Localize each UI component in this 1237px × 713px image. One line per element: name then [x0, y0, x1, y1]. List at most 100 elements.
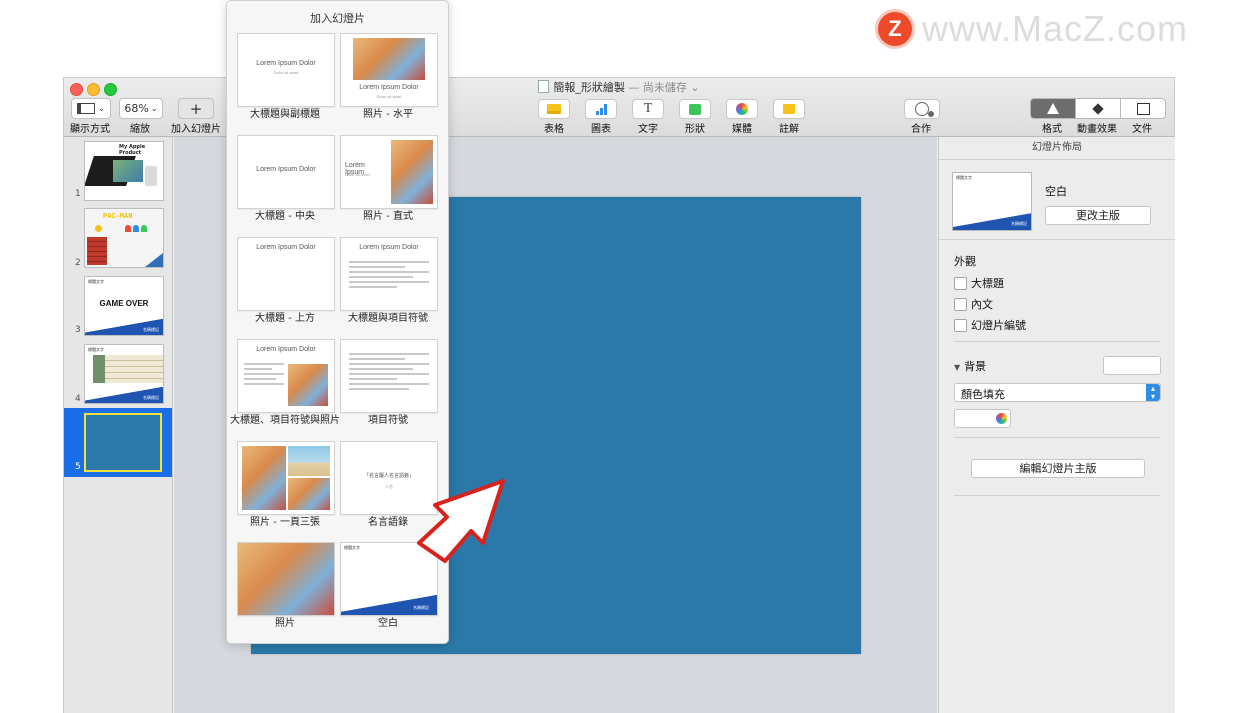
- add-slide-button[interactable]: +: [178, 98, 214, 119]
- photo-placeholder-image: [288, 478, 330, 510]
- slide-2-title: PAC-MAN: [103, 213, 133, 221]
- title-text: 簡報_形狀繪製: [553, 81, 625, 94]
- slide-number: 4: [75, 394, 81, 404]
- layout-title-bullets[interactable]: Lorem Ipsum Dolor: [340, 237, 438, 311]
- shape-button[interactable]: [679, 99, 711, 119]
- view-button[interactable]: ⌄: [71, 98, 111, 119]
- animate-label: 動畫效果: [1077, 124, 1117, 135]
- selected-slide-row[interactable]: 5: [64, 408, 172, 477]
- zoom-select[interactable]: 68% ⌄: [119, 98, 163, 119]
- layout-title-subtitle[interactable]: Lorem Ipsum Dolor Dolor sit amet: [237, 33, 335, 107]
- layout-photo-horizontal[interactable]: Lorem Ipsum Dolor Dolor sit amet: [340, 33, 438, 107]
- layout-title-bullets-photo[interactable]: Lorem Ipsum Dolor: [237, 339, 335, 413]
- slide-thumbnail-1[interactable]: My Apple Product: [84, 141, 164, 201]
- title-chevron-icon: ⌄: [686, 81, 700, 94]
- layout-text: Lorem Ipsum Dolor: [256, 166, 316, 173]
- layout-label: 空白: [378, 618, 398, 629]
- watermark-text: www.MacZ.com: [922, 8, 1189, 49]
- master-thumb-footer: 名稱標記: [1011, 221, 1027, 226]
- bullet-lines: [349, 258, 429, 291]
- format-tab[interactable]: [1031, 99, 1076, 118]
- title-checkbox-label: 大標題: [971, 277, 1004, 290]
- sidebar-view-icon: [77, 103, 96, 114]
- document-tab[interactable]: [1121, 99, 1165, 118]
- layout-subtext: Dolor sit amet: [273, 70, 299, 75]
- slide-3-title: GAME OVER: [99, 299, 149, 308]
- title-separator: —: [624, 81, 643, 94]
- body-checkbox-row[interactable]: 內文: [954, 296, 993, 312]
- animate-tab[interactable]: [1076, 99, 1121, 118]
- fill-type-select[interactable]: 顏色填充 ▴ ▾: [954, 383, 1161, 402]
- color-wheel-icon: [995, 413, 1007, 424]
- table-label: 表格: [544, 124, 564, 135]
- slide-3-footer: 名稱標記: [143, 327, 159, 332]
- edit-master-button[interactable]: 編輯幻燈片主版: [971, 459, 1145, 478]
- watermark-logo-icon: Z: [878, 12, 912, 46]
- chevron-down-icon: ⌄: [98, 104, 105, 113]
- comment-button[interactable]: [773, 99, 805, 119]
- layout-label: 大標題 - 上方: [255, 313, 315, 324]
- slide-thumbnail-5[interactable]: [84, 413, 162, 472]
- photo-placeholder-image: [391, 140, 433, 204]
- popover-title: 加入幻燈片: [310, 12, 365, 25]
- text-label: 文字: [638, 124, 658, 135]
- comment-label: 註解: [779, 124, 799, 135]
- title-checkbox[interactable]: [954, 276, 967, 290]
- slide-thumbnail-3[interactable]: 標題文字 GAME OVER 名稱標記: [84, 276, 164, 336]
- text-button[interactable]: T: [632, 99, 664, 119]
- media-icon: [736, 103, 748, 115]
- layout-label: 大標題與副標題: [250, 109, 320, 120]
- chart-button[interactable]: [585, 99, 617, 119]
- slide-number-checkbox[interactable]: [954, 318, 967, 332]
- document-icon: [1136, 102, 1150, 115]
- slide-thumbnail-4[interactable]: 標題文字 名稱標記: [84, 344, 164, 404]
- watermark: Z www.MacZ.com: [878, 8, 1188, 50]
- layout-photo-vertical[interactable]: Lorem Ipsum Dolor sit amet: [340, 135, 438, 209]
- appearance-title: 外觀: [954, 255, 976, 268]
- layout-title-center[interactable]: Lorem Ipsum Dolor: [237, 135, 335, 209]
- master-thumb-header: 標題文字: [956, 175, 972, 180]
- master-thumbnail[interactable]: 標題文字 名稱標記: [952, 172, 1032, 231]
- layout-title-top[interactable]: Lorem Ipsum Dolor: [237, 237, 335, 311]
- chart-label: 圖表: [591, 124, 611, 135]
- zoom-label: 縮放: [130, 124, 150, 135]
- select-arrows-icon: ▴ ▾: [1146, 384, 1160, 401]
- brick-wall-image: [87, 237, 107, 265]
- slide-number-checkbox-label: 幻燈片編號: [971, 319, 1026, 332]
- slide-3-header: 標題文字: [88, 279, 104, 284]
- body-checkbox[interactable]: [954, 297, 967, 311]
- collaborate-button[interactable]: [904, 99, 940, 119]
- slide-4-footer: 名稱標記: [143, 395, 159, 400]
- layout-photo-3up[interactable]: [237, 441, 335, 515]
- layout-blank-footer: 名稱標記: [413, 605, 429, 610]
- chevron-down-icon: ⌄: [150, 104, 158, 113]
- color-wheel-button[interactable]: [992, 409, 1011, 428]
- divider: [954, 495, 1160, 496]
- layout-photo[interactable]: [237, 542, 335, 616]
- layout-label: 項目符號: [368, 415, 408, 426]
- fill-type-value: 顏色填充: [961, 388, 1005, 401]
- change-master-button[interactable]: 更改主版: [1045, 206, 1151, 225]
- inspector-tabs: [1030, 98, 1166, 119]
- layout-bullets[interactable]: [340, 339, 438, 413]
- slide-1-title: My Apple Product: [119, 144, 146, 156]
- title-checkbox-row[interactable]: 大標題: [954, 275, 1004, 291]
- slide-thumbnail-2[interactable]: PAC-MAN: [84, 208, 164, 268]
- background-section-toggle[interactable]: ▼ 背景: [954, 358, 986, 374]
- fill-color-well[interactable]: [954, 409, 994, 428]
- media-button[interactable]: [726, 99, 758, 119]
- body-checkbox-label: 內文: [971, 298, 993, 311]
- master-name: 空白: [1045, 185, 1067, 198]
- ipad-image: [113, 160, 143, 182]
- divider: [954, 437, 1160, 438]
- layout-subtext: Dolor sit amet: [345, 172, 370, 177]
- slide-number-checkbox-row[interactable]: 幻燈片編號: [954, 317, 1026, 333]
- layout-blank-header: 標題文字: [344, 545, 360, 550]
- divider: [954, 341, 1160, 342]
- table-button[interactable]: [538, 99, 570, 119]
- format-inspector: 幻燈片佈局 標題文字 名稱標記 空白 更改主版 外觀 大標題 內文 幻燈片編號 …: [938, 137, 1175, 713]
- document-label: 文件: [1132, 124, 1152, 135]
- diamond-icon: [1092, 102, 1104, 115]
- background-color-well[interactable]: [1103, 356, 1161, 375]
- slide-navigator: My Apple Product 1 PAC-MAN 2 標題文字 GAME O…: [64, 137, 173, 713]
